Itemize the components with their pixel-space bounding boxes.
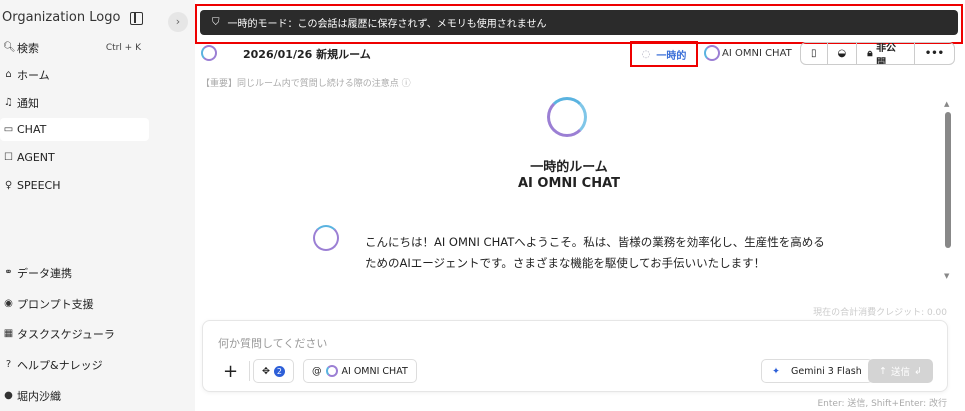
organization-logo: Organization Logo xyxy=(2,10,121,25)
message-input[interactable]: 何か質問してください xyxy=(218,335,327,351)
scrollbar[interactable]: ▲ ▼ xyxy=(943,100,953,285)
temporary-badge[interactable]: ◌ 一時的 xyxy=(630,41,698,67)
notice-text: 【重要】同じルーム内で質問し続ける際の注意点 xyxy=(201,79,399,89)
archive-button[interactable]: ◒ xyxy=(828,43,858,64)
agent-chip-label: AI OMNI CHAT xyxy=(341,365,408,377)
sidebar-item-label: ヘルプ&ナレッジ xyxy=(17,358,103,372)
more-button[interactable]: ••• xyxy=(915,43,954,64)
model-label: Gemini 3 Flash xyxy=(791,365,862,377)
sidebar-item-label: プロンプト支援 xyxy=(17,297,94,311)
send-label: 送信 xyxy=(890,367,910,378)
enter-key-icon: ↲ xyxy=(914,365,922,377)
calendar-icon: ▦ xyxy=(3,328,14,339)
main: › ⛉ 一時的モード：この会話は履歴に保存されず、メモリも使用されません 2026… xyxy=(160,0,965,411)
agent-logo xyxy=(547,97,587,137)
privacy-button[interactable]: 🔒︎ 非公開 xyxy=(857,43,915,64)
sidebar-item-label: CHAT xyxy=(17,123,47,136)
home-icon: ⌂ xyxy=(5,69,12,80)
header-actions: ▯ ◒ 🔒︎ 非公開 ••• xyxy=(800,42,955,65)
notice-link[interactable]: 【重要】同じルーム内で質問し続ける際の注意点 ⓘ xyxy=(201,76,411,89)
privacy-label: 非公開 xyxy=(876,42,897,65)
assistant-message: こんにちは！AI OMNI CHATへようこそ。私は、皆様の業務を効率化し、生産… xyxy=(365,235,825,270)
chat-header: 2026/01/26 新規ルーム ◌ 一時的 AI OMNI CHAT ▯ ◒ 🔒… xyxy=(195,41,955,67)
at-icon: @ xyxy=(312,365,322,377)
scrollbar-thumb[interactable] xyxy=(945,112,951,248)
scroll-up-icon[interactable]: ▲ xyxy=(944,100,949,108)
sidebar-item-label: ホーム xyxy=(17,68,50,82)
agent-avatar xyxy=(201,45,217,61)
agent-selector[interactable]: AI OMNI CHAT xyxy=(704,45,792,61)
sidebar-item-agent[interactable]: ☐ AGENT xyxy=(0,146,149,169)
more-icon: ••• xyxy=(924,48,944,59)
sidebar-item-label: 堀内沙織 xyxy=(17,389,61,403)
sidebar-item-notifications[interactable]: ♫ 通知 xyxy=(0,91,149,114)
info-icon: ⓘ xyxy=(401,79,411,89)
robot-icon: ☐ xyxy=(4,152,13,163)
shield-icon: ⛉ xyxy=(212,17,220,28)
sidebar-toggle-icon[interactable] xyxy=(130,12,143,25)
microphone-icon: ♀ xyxy=(4,180,13,191)
search-shortcut: Ctrl + K xyxy=(105,42,141,53)
divider xyxy=(249,361,250,381)
sidebar-item-chat[interactable]: ▭ CHAT xyxy=(0,118,149,141)
sidebar-item-label: AGENT xyxy=(17,151,55,164)
sidebar-item-speech[interactable]: ♀ SPEECH xyxy=(0,174,149,197)
sidebar-item-user[interactable]: ● 堀内沙織 xyxy=(0,384,149,407)
agent-name: AI OMNI CHAT xyxy=(722,47,792,59)
temporary-mode-banner: ⛉ 一時的モード：この会話は履歴に保存されず、メモリも使用されません xyxy=(195,4,963,44)
arrow-up-icon: ↑ xyxy=(879,365,887,377)
room-title[interactable]: 2026/01/26 新規ルーム xyxy=(243,46,371,62)
chat-icon: ▭ xyxy=(3,124,14,135)
plugin-count-badge: 2 xyxy=(273,365,285,377)
temporary-label: 一時的 xyxy=(656,50,687,62)
sidebar-item-help[interactable]: ? ヘルプ&ナレッジ xyxy=(0,353,149,376)
composer: 何か質問してください + ✥ 2 @ AI OMNI CHAT ✦ Gemini 3… xyxy=(202,320,948,392)
search-item[interactable]: 🔍︎ 検索 Ctrl + K xyxy=(0,36,149,59)
search-label: 検索 xyxy=(17,41,39,55)
chevron-right-icon[interactable]: › xyxy=(168,12,188,32)
sidebar: Organization Logo 🔍︎ 検索 Ctrl + K ⌂ ホーム ♫ 通知 … xyxy=(0,0,160,411)
model-selector[interactable]: ✦ Gemini 3 Flash xyxy=(761,359,873,383)
sidebar-item-label: 通知 xyxy=(17,96,39,110)
message-avatar xyxy=(313,225,339,251)
credit-usage: 現在の合計消費クレジット: 0.00 xyxy=(813,308,947,318)
user-icon: ● xyxy=(4,390,13,401)
bell-icon: ♫ xyxy=(4,97,13,108)
banner-text: 一時的モード：この会話は履歴に保存されず、メモリも使用されません xyxy=(227,19,547,30)
sparkle-icon: ✦ xyxy=(772,365,780,377)
lock-icon: 🔒︎ xyxy=(867,48,873,59)
scroll-down-icon[interactable]: ▼ xyxy=(944,272,949,280)
search-icon: 🔍︎ xyxy=(3,42,16,53)
sidebar-item-data-integration[interactable]: ⚭ データ連携 xyxy=(0,261,149,284)
sidebar-item-label: SPEECH xyxy=(17,179,61,192)
inbox-icon: ◒ xyxy=(837,48,847,59)
send-button[interactable]: ↑ 送信 ↲ xyxy=(868,359,933,383)
help-icon: ? xyxy=(5,359,12,370)
sidebar-item-prompt[interactable]: ◉ プロンプト支援 xyxy=(0,292,149,315)
plugins-button[interactable]: ✥ 2 xyxy=(253,359,294,383)
check-circle-icon: ◌ xyxy=(641,48,651,60)
bookmark-button[interactable]: ▯ xyxy=(801,43,828,64)
welcome-subtitle: AI OMNI CHAT xyxy=(518,176,620,191)
keyboard-hint: Enter: 送信, Shift+Enter: 改行 xyxy=(817,399,947,409)
welcome-title: 一時的ルーム xyxy=(530,160,608,175)
sidebar-item-home[interactable]: ⌂ ホーム xyxy=(0,63,149,86)
agent-avatar xyxy=(325,365,338,377)
sidebar-item-label: タスクスケジューラ xyxy=(17,327,115,341)
mention-agent-button[interactable]: @ AI OMNI CHAT xyxy=(303,359,417,383)
prompt-icon: ◉ xyxy=(4,298,13,309)
add-icon[interactable]: + xyxy=(223,361,238,382)
sidebar-item-scheduler[interactable]: ▦ タスクスケジューラ xyxy=(0,322,149,345)
agent-avatar xyxy=(704,45,720,61)
bookmark-icon: ▯ xyxy=(811,48,817,59)
sidebar-item-label: データ連携 xyxy=(17,266,72,280)
link-icon: ⚭ xyxy=(4,267,13,278)
chat-panel: ⛉ 一時的モード：この会話は履歴に保存されず、メモリも使用されません 2026/0… xyxy=(195,0,965,411)
puzzle-icon: ✥ xyxy=(262,365,270,377)
